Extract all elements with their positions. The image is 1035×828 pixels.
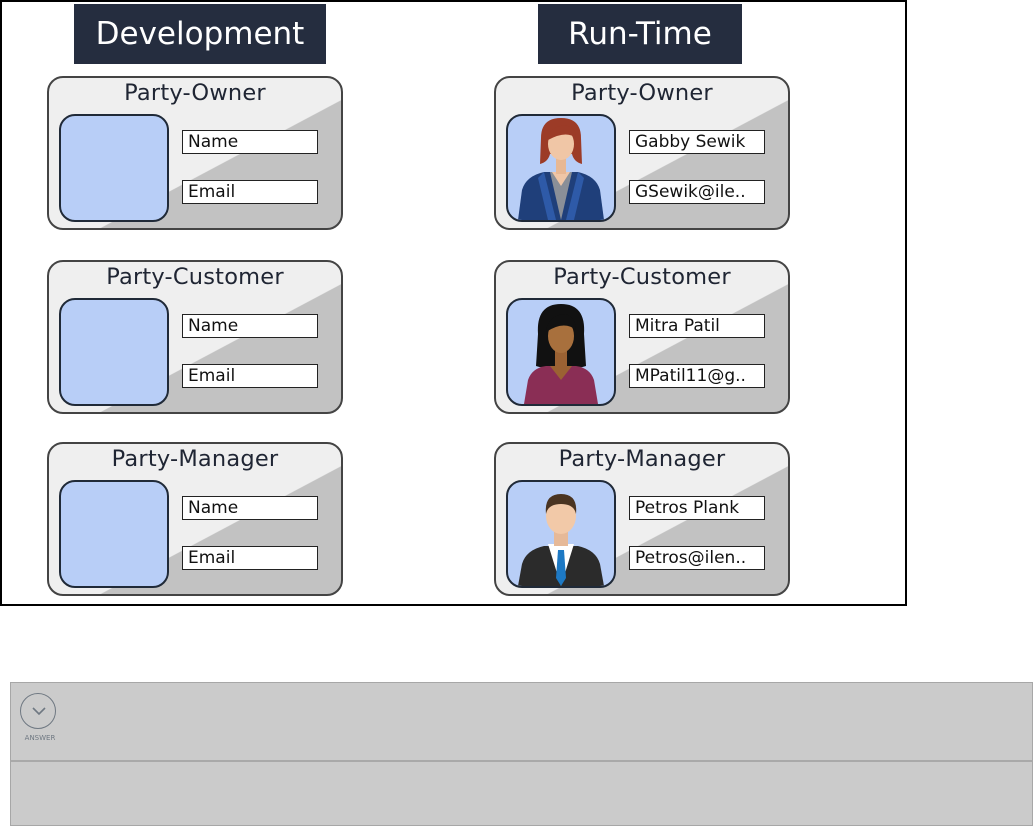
photo-frame [506,298,616,406]
photo-frame [506,480,616,588]
runtime-customer-card: Party-Customer Mitra Patil MPatil11@g.. [494,260,790,414]
email-field: Petros@ilen.. [629,546,765,570]
email-field: Email [182,364,318,388]
name-field: Mitra Patil [629,314,765,338]
email-field: Email [182,546,318,570]
name-field: Name [182,130,318,154]
development-header: Development [74,4,326,64]
chevron-down-icon [32,707,46,716]
man-avatar-icon [518,494,604,586]
answer-toggle-button[interactable]: ANSWER [18,693,62,742]
name-field: Name [182,314,318,338]
divider [11,760,1032,762]
runtime-header: Run-Time [538,4,742,64]
photo-placeholder [59,480,169,588]
answer-label: ANSWER [24,734,56,742]
name-field: Petros Plank [629,496,765,520]
name-field: Gabby Sewik [629,130,765,154]
email-field: GSewik@ile.. [629,180,765,204]
card-title: Party-Customer [553,264,731,290]
dev-customer-card: Party-Customer Name Email [47,260,343,414]
email-field: MPatil11@g.. [629,364,765,388]
card-title: Party-Owner [571,80,713,106]
woman-redhead-avatar-icon [518,118,604,220]
card-title: Party-Customer [106,264,284,290]
dev-manager-card: Party-Manager Name Email [47,442,343,596]
runtime-owner-card: Party-Owner Gabby Sewik GSewik@ile.. [494,76,790,230]
card-title: Party-Manager [558,446,726,472]
card-title: Party-Owner [124,80,266,106]
photo-frame [506,114,616,222]
card-title: Party-Manager [111,446,279,472]
photo-placeholder [59,298,169,406]
name-field: Name [182,496,318,520]
diagram-frame: Development Run-Time Party-Owner Name Em… [0,0,907,606]
email-field: Email [182,180,318,204]
answer-circle [20,693,56,729]
answer-panel: ANSWER [10,682,1033,826]
runtime-manager-card: Party-Manager Petros Plank Petros@ilen.. [494,442,790,596]
woman-avatar-icon [524,304,598,404]
photo-placeholder [59,114,169,222]
dev-owner-card: Party-Owner Name Email [47,76,343,230]
